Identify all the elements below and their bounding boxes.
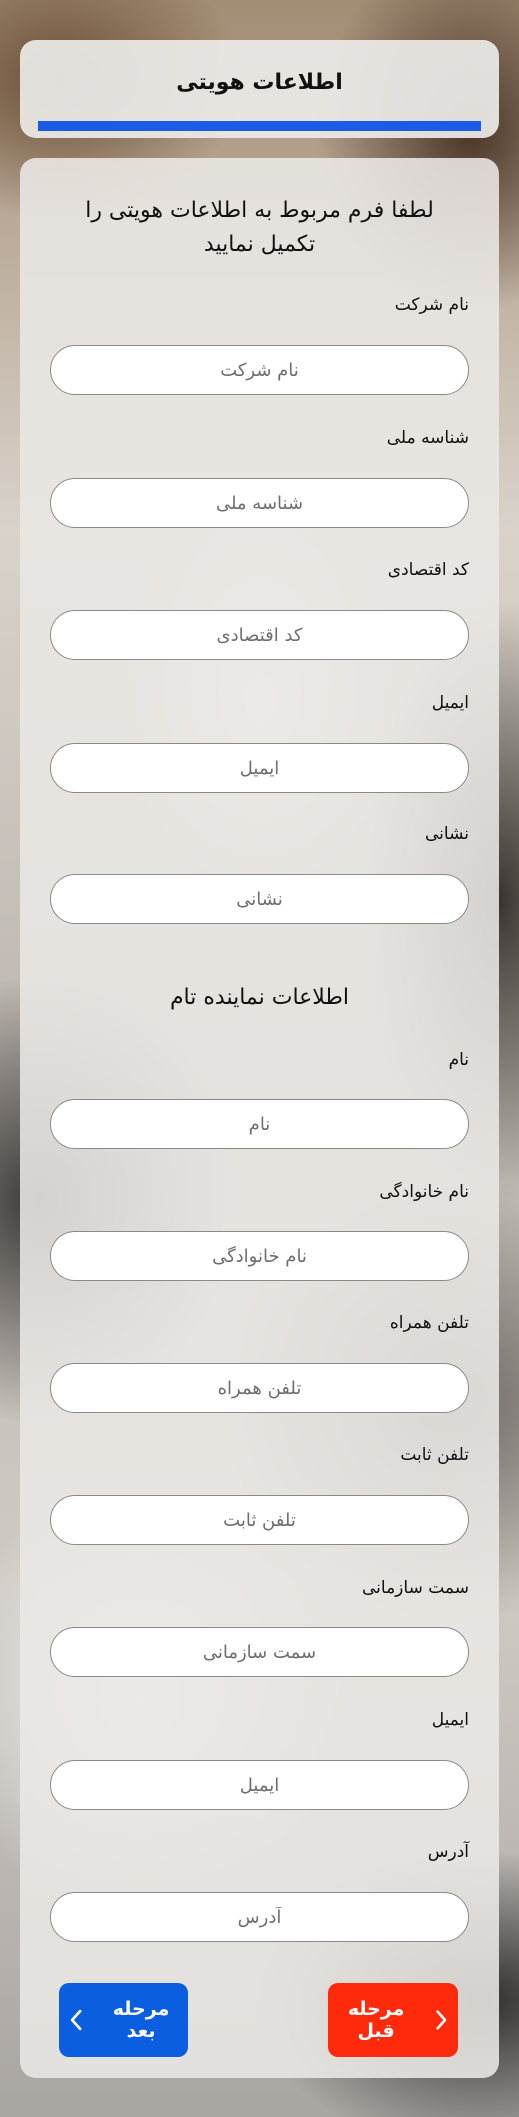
job-title-input[interactable]	[50, 1627, 469, 1677]
mobile-phone-input[interactable]	[50, 1363, 469, 1413]
economic-code-input[interactable]	[50, 610, 469, 660]
company-email-label: ایمیل	[431, 693, 469, 713]
first-name-input[interactable]	[50, 1099, 469, 1149]
economic-code-label: کد اقتصادی	[387, 560, 469, 580]
identity-form: لطفا فرم مربوط به اطلاعات هویتی را تکمیل…	[20, 158, 499, 2078]
chevron-left-icon	[70, 2009, 82, 2031]
landline-phone-label: تلفن ثابت	[400, 1445, 469, 1465]
representative-email-input[interactable]	[50, 1760, 469, 1810]
form-instructions: لطفا فرم مربوط به اطلاعات هویتی را تکمیل…	[85, 198, 434, 257]
representative-address-label: آدرس	[427, 1842, 469, 1862]
chevron-right-icon	[436, 2010, 447, 2030]
step-progress-bar	[38, 121, 481, 131]
company-name-label: نام شرکت	[394, 295, 469, 315]
national-id-input[interactable]	[50, 478, 469, 528]
next-step-button[interactable]: مرحله بعد	[59, 1983, 188, 2057]
company-email-input[interactable]	[50, 743, 469, 793]
landline-phone-input[interactable]	[50, 1495, 469, 1545]
last-name-label: نام خانوادگی	[379, 1182, 469, 1202]
representative-address-input[interactable]	[50, 1892, 469, 1942]
step-title: اطلاعات هویتی	[176, 70, 343, 95]
mobile-phone-label: تلفن همراه	[389, 1313, 469, 1333]
previous-step-button[interactable]: مرحله قبل	[328, 1983, 458, 2057]
step-progress-fill	[38, 121, 481, 131]
company-address-label: نشانی	[425, 824, 469, 844]
previous-step-label: مرحله قبل	[347, 1998, 405, 2042]
company-name-input[interactable]	[50, 345, 469, 395]
job-title-label: سمت سازمانی	[362, 1578, 469, 1598]
national-id-label: شناسه ملی	[386, 428, 469, 448]
first-name-label: نام	[448, 1050, 469, 1070]
representative-section-title: اطلاعات نماینده تام	[169, 985, 350, 1010]
next-step-label: مرحله بعد	[112, 1998, 170, 2042]
company-address-input[interactable]	[50, 874, 469, 924]
step-header: اطلاعات هویتی	[20, 40, 499, 138]
last-name-input[interactable]	[50, 1231, 469, 1281]
representative-email-label: ایمیل	[431, 1710, 469, 1730]
